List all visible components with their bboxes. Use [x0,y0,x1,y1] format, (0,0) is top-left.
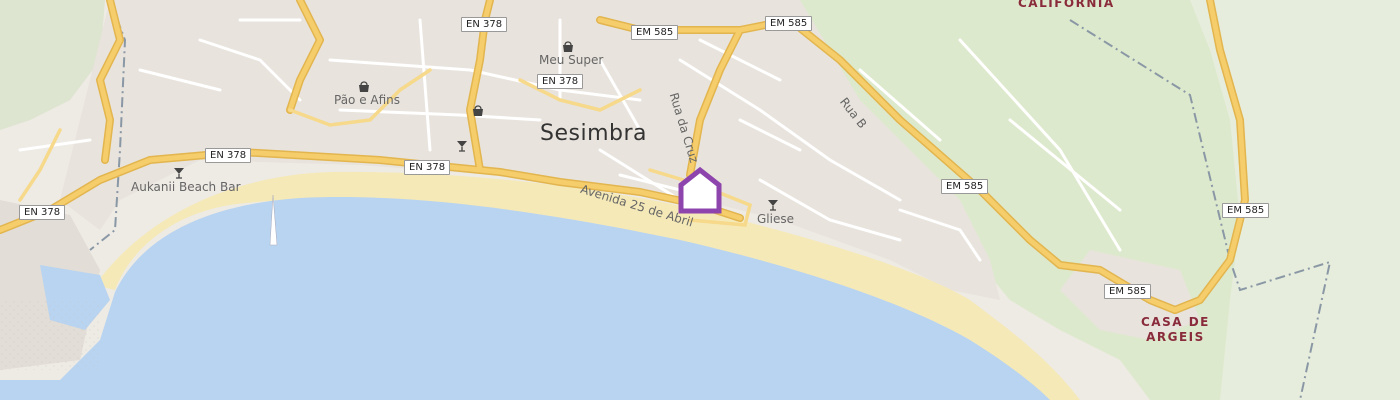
region-label-line-1: CASA DE [1141,315,1210,329]
shop-icon[interactable] [357,80,371,94]
town-label: Sesimbra [540,121,647,146]
road-shield-en378: EN 378 [19,205,66,220]
road-shield-en378: EN 378 [461,17,508,32]
map-view[interactable]: Sesimbra Meu Super Pão e Afins Aukanii B… [0,0,1400,400]
poi-meu-super[interactable]: Meu Super [539,53,603,67]
road-shield-em585: EM 585 [765,16,813,31]
road-shield-en378: EN 378 [537,74,584,89]
location-marker-icon[interactable] [676,165,724,215]
region-label-line-2: ARGEIS [1146,330,1205,344]
region-label-casa-de-argeis: CASA DE ARGEIS [1141,315,1210,345]
poi-aukanii-beach-bar[interactable]: Aukanii Beach Bar [131,180,241,194]
poi-gliese[interactable]: Gliese [757,212,794,226]
shop-icon[interactable] [471,104,485,118]
road-shield-en378: EN 378 [205,148,252,163]
shop-icon[interactable] [561,40,575,54]
road-shield-em585: EM 585 [631,25,679,40]
bar-icon[interactable] [455,139,469,153]
road-shield-em585: EM 585 [1222,203,1270,218]
road-shield-em585: EM 585 [1104,284,1152,299]
road-shield-em585: EM 585 [941,179,989,194]
region-label-california: CALIFÓRNIA [1018,0,1115,10]
poi-pao-e-afins[interactable]: Pão e Afins [334,93,400,107]
bar-icon[interactable] [172,166,186,180]
bar-icon[interactable] [766,198,780,212]
road-shield-en378: EN 378 [404,160,451,175]
